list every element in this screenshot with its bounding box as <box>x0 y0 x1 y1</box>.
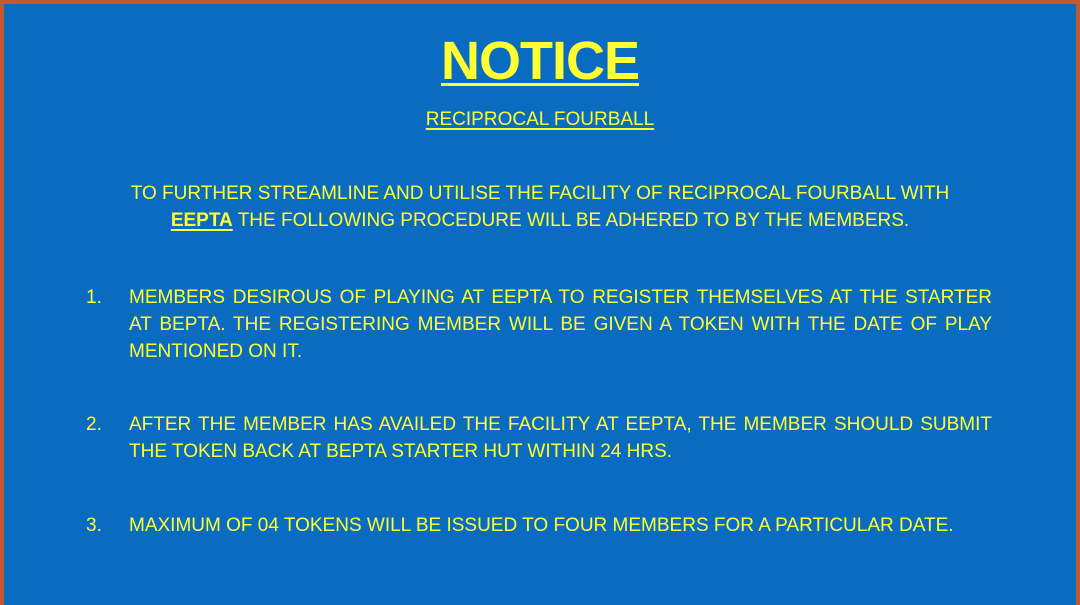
procedure-item-text: MEMBERS DESIROUS OF PLAYING AT EEPTA TO … <box>129 287 992 362</box>
procedure-item-2: 2. AFTER THE MEMBER HAS AVAILED THE FACI… <box>86 411 992 465</box>
procedure-item-number: 3. <box>86 515 102 536</box>
notice-subtitle: RECIPROCAL FOURBALL <box>4 108 1076 132</box>
procedure-item-1: 1. MEMBERS DESIROUS OF PLAYING AT EEPTA … <box>86 284 992 365</box>
notice-title-text: NOTICE <box>440 31 640 91</box>
intro-text-part1: TO FURTHER STREAMLINE AND UTILISE THE FA… <box>130 183 950 204</box>
intro-eepta-highlight: EEPTA <box>170 210 233 231</box>
procedure-item-3: 3. MAXIMUM OF 04 TOKENS WILL BE ISSUED T… <box>86 512 992 539</box>
notice-slide: NOTICE RECIPROCAL FOURBALL TO FURTHER ST… <box>4 4 1076 605</box>
intro-paragraph: TO FURTHER STREAMLINE AND UTILISE THE FA… <box>64 180 1016 234</box>
procedure-item-number: 2. <box>86 414 102 435</box>
procedure-item-text: AFTER THE MEMBER HAS AVAILED THE FACILIT… <box>129 414 992 462</box>
procedure-item-number: 1. <box>86 287 102 308</box>
notice-subtitle-text: RECIPROCAL FOURBALL <box>425 109 655 130</box>
procedure-item-text: MAXIMUM OF 04 TOKENS WILL BE ISSUED TO F… <box>129 515 954 536</box>
notice-title: NOTICE <box>4 30 1076 92</box>
intro-text-part2: THE FOLLOWING PROCEDURE WILL BE ADHERED … <box>232 210 910 231</box>
